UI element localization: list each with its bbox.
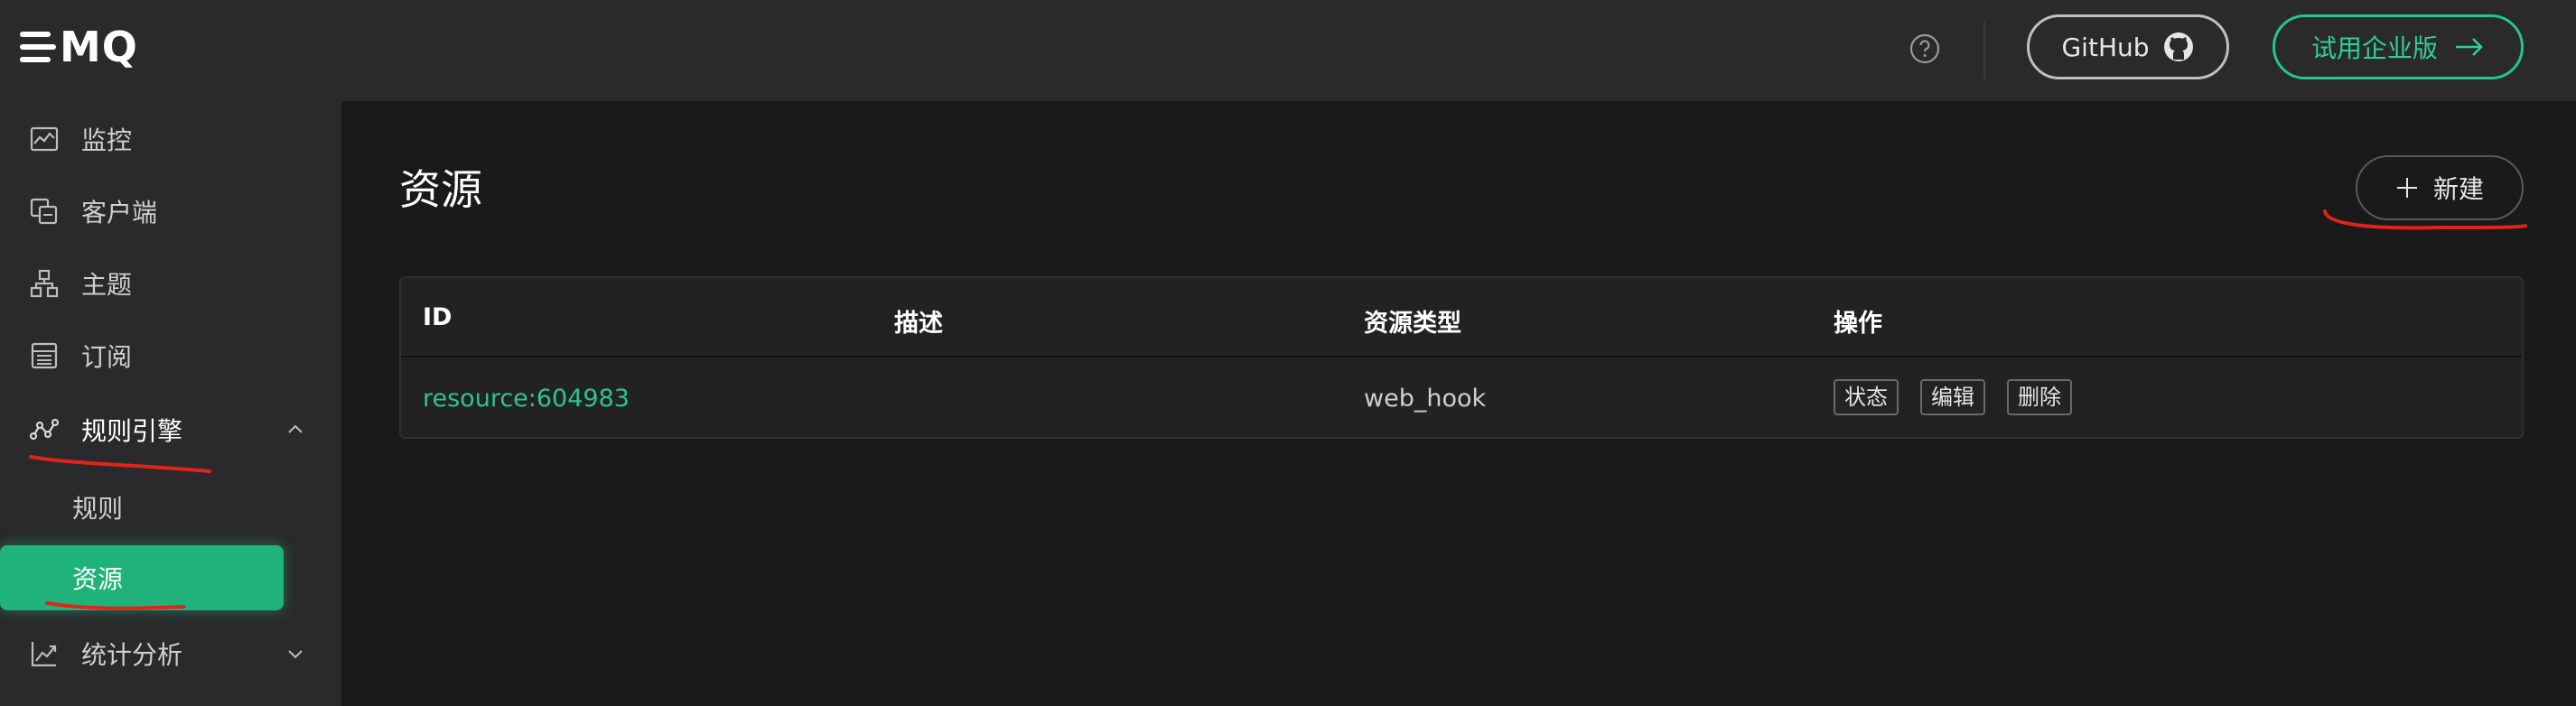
new-resource-button[interactable]: 新建 [2356, 155, 2524, 220]
clients-icon [30, 198, 58, 225]
sidebar-item-clients[interactable]: 客户端 [0, 182, 341, 240]
logo-text: MQ [60, 23, 138, 71]
sidebar-item-label: 主题 [81, 270, 133, 300]
monitor-icon [30, 126, 59, 152]
delete-button[interactable]: 删除 [2007, 379, 2072, 415]
edit-button[interactable]: 编辑 [1920, 379, 1985, 415]
sidebar-subitem-resources[interactable]: 资源 [0, 545, 284, 610]
page-title: 资源 [399, 165, 482, 214]
rule-engine-icon [29, 418, 60, 441]
help-icon[interactable] [1909, 33, 1941, 65]
status-button[interactable]: 状态 [1834, 379, 1899, 415]
plus-icon [2396, 178, 2417, 198]
sidebar-item-topics[interactable]: 主题 [0, 255, 341, 312]
sidebar-item-rule-engine[interactable]: 规则引擎 [0, 401, 341, 459]
topics-icon [30, 269, 59, 298]
sidebar: MQ 监控 客户端 主题 订阅 规则引擎 规则 资源 统计分析 [0, 0, 341, 706]
top-header: GitHub 试用企业版 [341, 0, 2576, 101]
subscriptions-icon [31, 342, 58, 369]
table-header: ID 描述 资源类型 操作 [401, 278, 2522, 358]
logo-mark [20, 32, 56, 62]
column-header-type: 资源类型 [1364, 310, 1461, 338]
trial-enterprise-button[interactable]: 试用企业版 [2273, 14, 2524, 79]
emq-logo[interactable]: MQ [20, 22, 138, 72]
sidebar-item-label: 规则引擎 [81, 416, 183, 446]
header-divider [1983, 22, 1985, 79]
resources-table: ID 描述 资源类型 操作 resource:604983 web_hook 状… [399, 276, 2524, 439]
sidebar-item-analysis[interactable]: 统计分析 [0, 625, 341, 683]
column-header-id: ID [423, 303, 453, 331]
sidebar-item-label: 统计分析 [81, 640, 183, 670]
sidebar-subitem-label: 规则 [72, 494, 124, 524]
github-button[interactable]: GitHub [2027, 14, 2229, 79]
sidebar-subitem-label: 资源 [72, 564, 124, 594]
sidebar-item-monitor[interactable]: 监控 [0, 110, 341, 168]
table-row: resource:604983 web_hook 状态 编辑 删除 [401, 358, 2522, 439]
sidebar-item-label: 监控 [81, 125, 133, 155]
sidebar-item-label: 客户端 [81, 198, 158, 228]
arrow-right-icon [2456, 38, 2483, 56]
resource-id-link[interactable]: resource:604983 [423, 385, 630, 413]
github-icon [2163, 33, 2193, 61]
app: MQ 监控 客户端 主题 订阅 规则引擎 规则 资源 统计分析 GitHub 试… [0, 0, 2576, 706]
column-header-actions: 操作 [1834, 310, 1882, 338]
new-button-label: 新建 [2432, 174, 2484, 204]
github-button-label: GitHub [2061, 32, 2150, 62]
sidebar-subitem-rules[interactable]: 规则 [0, 475, 284, 540]
column-header-description: 描述 [894, 310, 943, 338]
analysis-icon [31, 642, 57, 667]
trial-button-label: 试用企业版 [2310, 33, 2438, 63]
chevron-down-icon [288, 650, 303, 659]
sidebar-item-label: 订阅 [81, 342, 133, 372]
resource-type: web_hook [1364, 385, 1487, 413]
sidebar-item-subscriptions[interactable]: 订阅 [0, 327, 341, 385]
chevron-up-icon [288, 424, 303, 433]
